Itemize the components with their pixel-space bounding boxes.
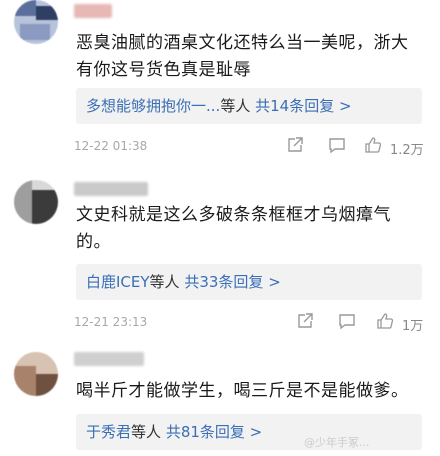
comment-icon[interactable] (328, 136, 346, 157)
reply-summary[interactable]: 白鹿ICEY等人 共33条回复 > (76, 264, 422, 300)
reply-names[interactable]: 多想能够拥抱你一... (86, 97, 220, 115)
avatar[interactable] (14, 180, 58, 224)
reply-names[interactable]: 白鹿ICEY (86, 273, 150, 291)
like-icon[interactable] (364, 136, 382, 157)
avatar[interactable] (14, 0, 58, 44)
comment-icon[interactable] (338, 312, 356, 333)
comment-text: 恶臭油腻的酒桌文化还特么当一美呢，浙大有你这号货色真是耻辱 (76, 33, 409, 80)
comment-text: 文史科就是这么多破条条框框才乌烟瘴气的。 (76, 205, 391, 252)
username[interactable] (74, 4, 112, 18)
comment-meta: 12-21 23:13 1万 (74, 312, 434, 334)
reply-suffix: 等人 (220, 97, 251, 115)
reply-names[interactable]: 于秀君 (86, 423, 131, 441)
share-icon[interactable] (296, 312, 314, 333)
comment-meta: 12-22 01:38 1.2万 (74, 136, 434, 158)
comment-text: 喝半斤才能做学生，喝三斤是不是能做爹。 (76, 381, 409, 401)
watermark: @少年手冢... (304, 436, 370, 449)
comment-feed: 恶臭油腻的酒桌文化还特么当一美呢，浙大有你这号货色真是耻辱 多想能够拥抱你一..… (0, 0, 440, 456)
like-icon[interactable] (376, 312, 394, 333)
reply-suffix: 等人 (149, 273, 180, 291)
avatar[interactable] (14, 352, 58, 396)
reply-count-link[interactable]: 共81条回复 > (166, 423, 262, 441)
username[interactable] (74, 182, 148, 196)
share-icon[interactable] (286, 136, 304, 157)
username[interactable] (74, 352, 144, 366)
reply-suffix: 等人 (131, 423, 162, 441)
timestamp: 12-21 23:13 (74, 315, 148, 329)
reply-summary[interactable]: 多想能够拥抱你一...等人 共14条回复 > (76, 88, 422, 124)
like-count: 1万 (402, 319, 424, 334)
like-count: 1.2万 (390, 143, 424, 158)
reply-summary[interactable]: 于秀君等人 共81条回复 > (76, 414, 422, 450)
reply-count-link[interactable]: 共33条回复 > (184, 273, 280, 291)
timestamp: 12-22 01:38 (74, 139, 148, 153)
reply-count-link[interactable]: 共14条回复 > (255, 97, 351, 115)
